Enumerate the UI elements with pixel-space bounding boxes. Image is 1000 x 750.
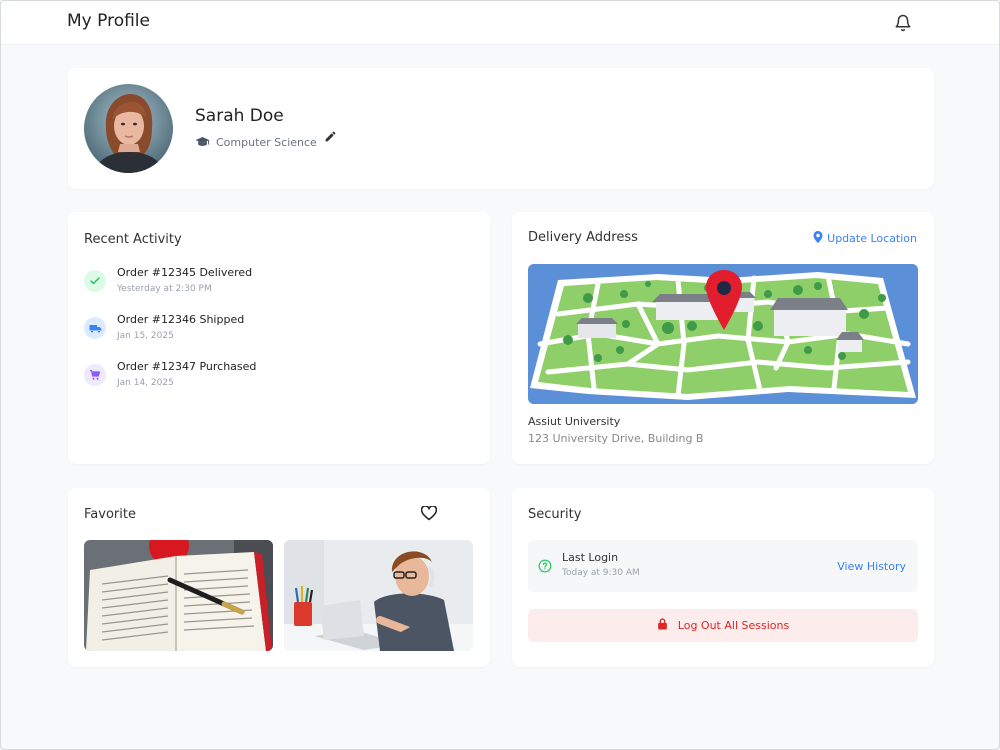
- activity-time: Yesterday at 2:30 PM: [117, 284, 212, 294]
- activity-item[interactable]: Order #12345 Delivered Yesterday at 2:30…: [84, 266, 464, 300]
- lock-icon: [657, 618, 668, 633]
- recent-activity-card: Recent Activity Order #12345 Delivered Y…: [68, 212, 490, 464]
- activity-time: Jan 15, 2025: [117, 331, 174, 341]
- delivery-address-card: Delivery Address Update Location Assiut …: [512, 212, 934, 464]
- update-location-link[interactable]: Update Location: [813, 231, 917, 246]
- recent-activity-title: Recent Activity: [84, 232, 182, 247]
- avatar: [84, 84, 173, 173]
- activity-title: Order #12347 Purchased: [117, 360, 257, 373]
- favorite-title: Favorite: [84, 507, 136, 522]
- department-row: Computer Science: [195, 131, 337, 152]
- activity-time: Jan 14, 2025: [117, 378, 174, 388]
- heart-icon[interactable]: [420, 505, 439, 524]
- question-circle-icon: [538, 558, 552, 577]
- update-location-label: Update Location: [827, 232, 917, 245]
- graduation-cap-icon: [195, 133, 210, 152]
- activity-title: Order #12345 Delivered: [117, 266, 253, 279]
- logout-label: Log Out All Sessions: [677, 619, 790, 632]
- location-address: 123 University Drive, Building B: [528, 432, 704, 445]
- pencil-icon[interactable]: [324, 128, 337, 147]
- campus-map[interactable]: [528, 264, 918, 404]
- check-icon: [84, 270, 106, 292]
- profile-page: My Profile Sarah Doe Computer Science Re…: [0, 0, 1000, 750]
- bell-icon[interactable]: [894, 14, 912, 32]
- activity-item[interactable]: Order #12346 Shipped Jan 15, 2025: [84, 313, 464, 347]
- logout-all-sessions-button[interactable]: Log Out All Sessions: [528, 609, 918, 642]
- last-login-box: Last Login Today at 9:30 AM View History: [528, 540, 918, 592]
- last-login-time: Today at 9:30 AM: [562, 568, 640, 578]
- favorite-image-student[interactable]: [284, 540, 473, 651]
- cart-icon: [84, 364, 106, 386]
- activity-item[interactable]: Order #12347 Purchased Jan 14, 2025: [84, 360, 464, 394]
- top-bar: My Profile: [1, 1, 999, 45]
- activity-title: Order #12346 Shipped: [117, 313, 245, 326]
- favorite-image-book[interactable]: [84, 540, 273, 651]
- favorite-card: Favorite: [68, 488, 490, 667]
- location-name: Assiut University: [528, 415, 621, 428]
- security-card: Security Last Login Today at 9:30 AM Vie…: [512, 488, 934, 667]
- profile-name: Sarah Doe: [195, 106, 284, 126]
- truck-icon: [84, 317, 106, 339]
- view-history-link[interactable]: View History: [837, 560, 906, 573]
- delivery-address-title: Delivery Address: [528, 230, 638, 245]
- map-pin-icon: [813, 231, 823, 246]
- last-login-label: Last Login: [562, 551, 619, 564]
- page-title: My Profile: [67, 11, 150, 31]
- security-title: Security: [528, 507, 582, 522]
- department-label: Computer Science: [216, 135, 317, 149]
- profile-card: Sarah Doe Computer Science: [68, 68, 934, 189]
